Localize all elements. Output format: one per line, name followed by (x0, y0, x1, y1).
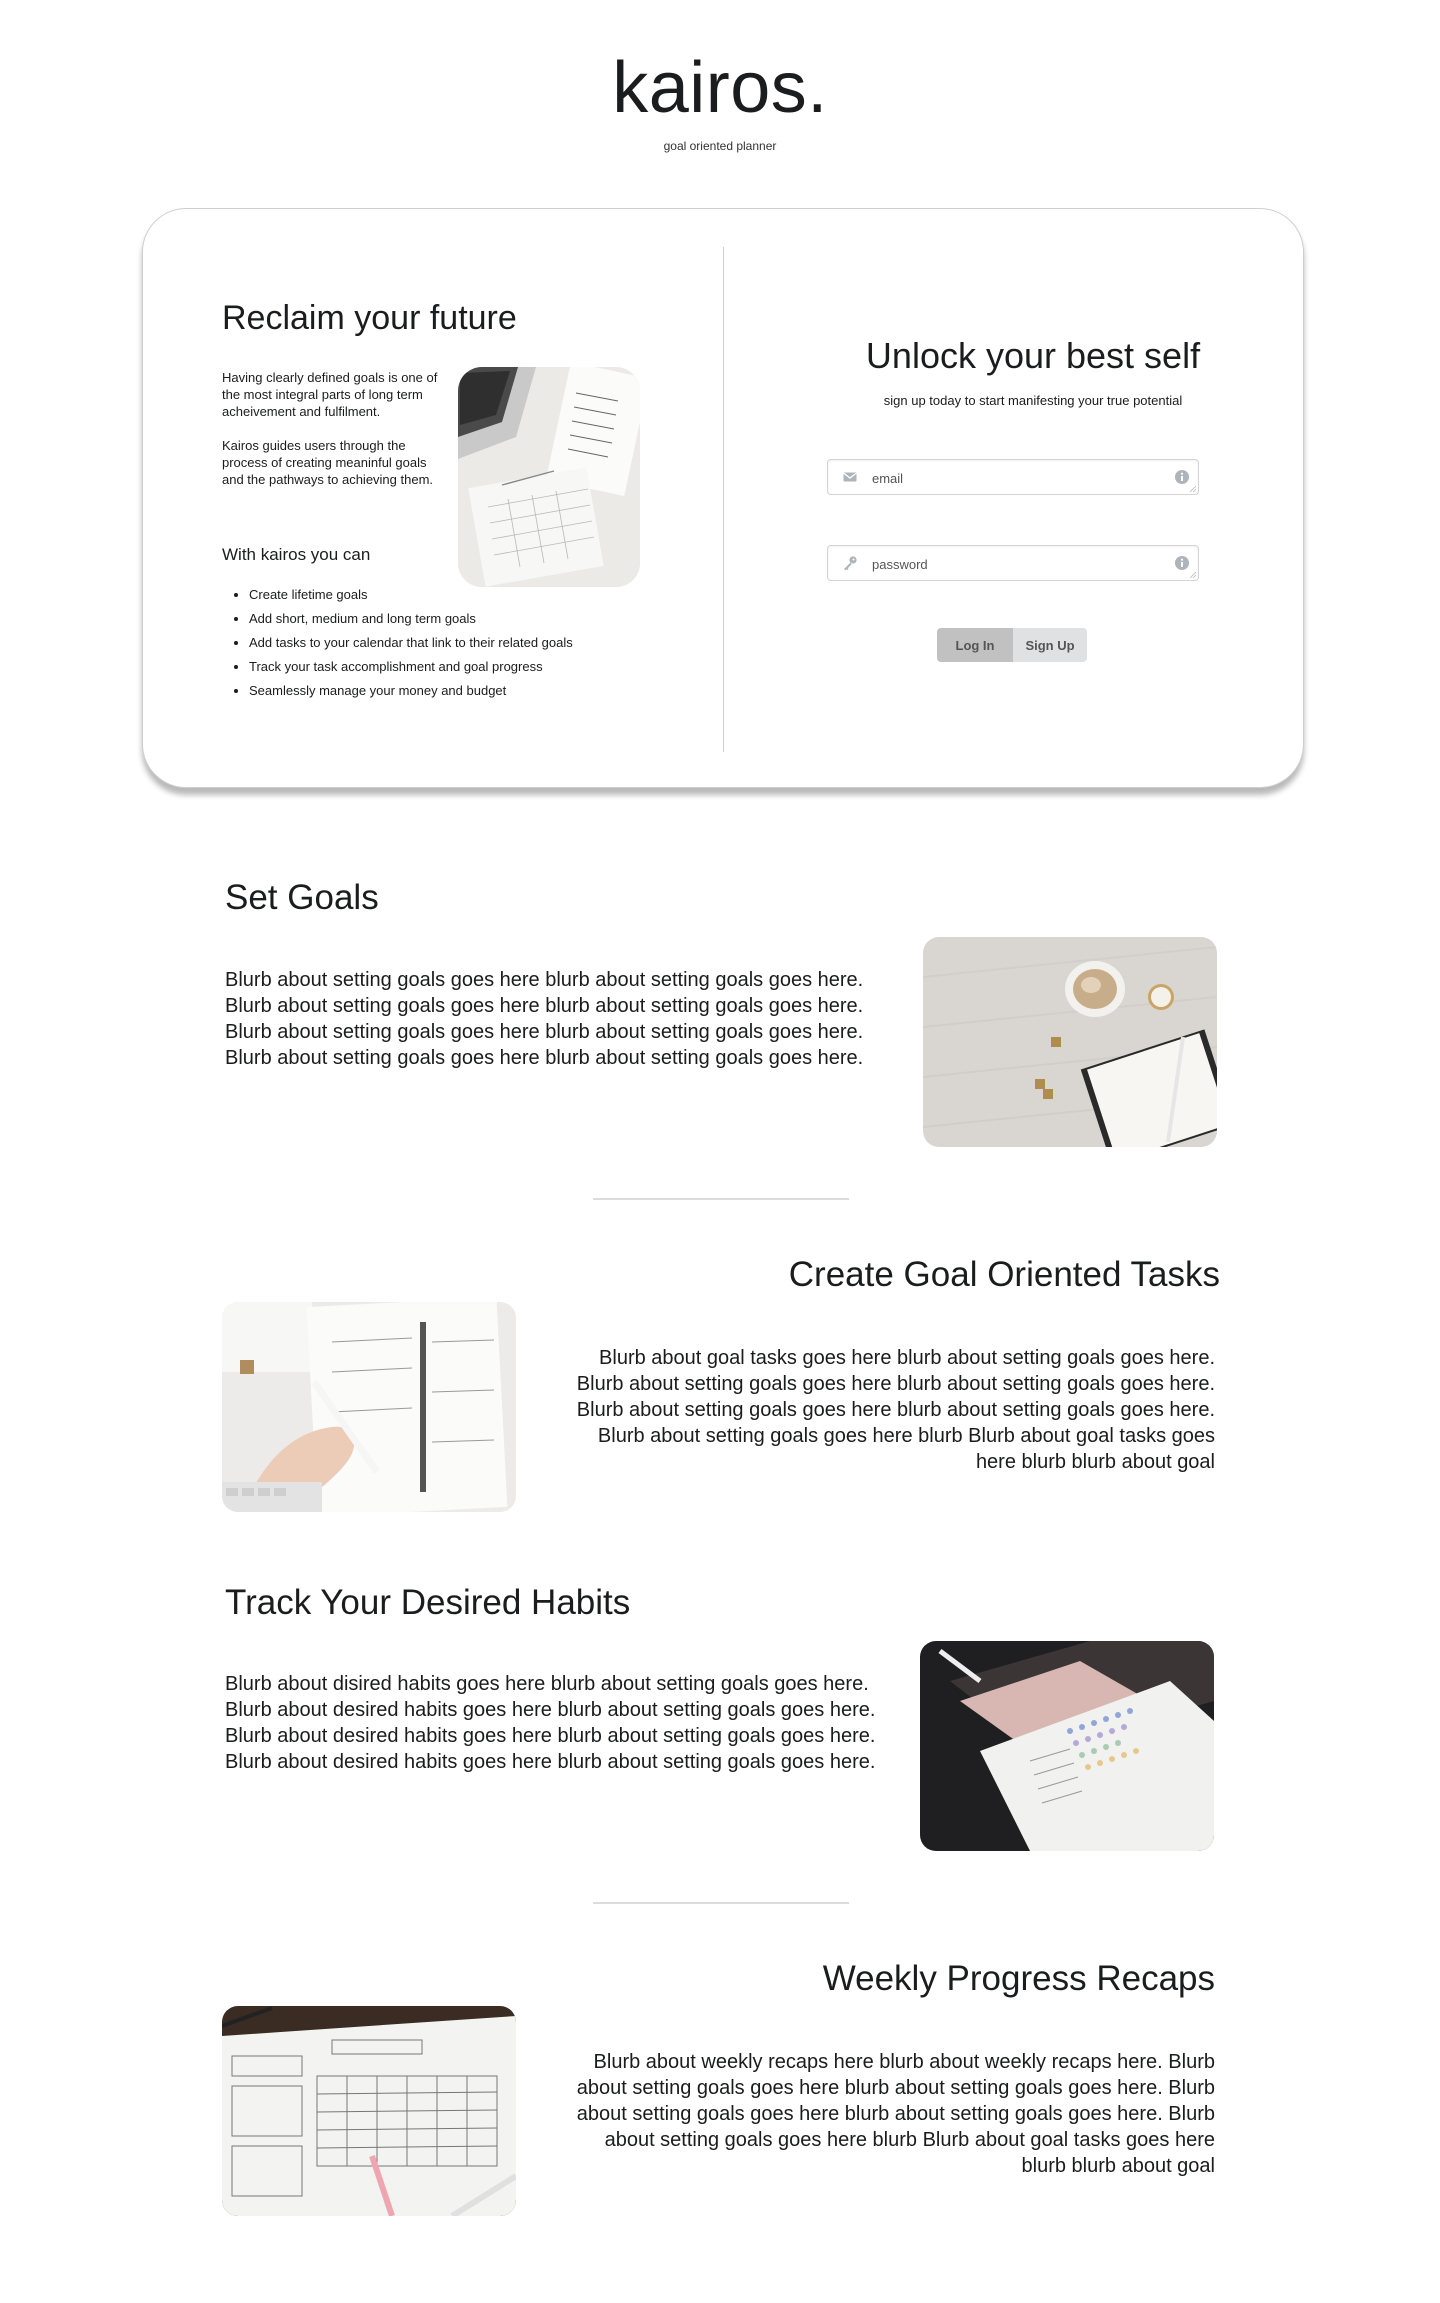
password-field[interactable] (827, 545, 1199, 581)
section-title-set-goals: Set Goals (225, 878, 379, 917)
section-body-tasks: Blurb about goal tasks goes here blurb a… (576, 1347, 1215, 1473)
features-heading: With kairos you can (222, 545, 371, 564)
login-button[interactable]: Log In (937, 628, 1013, 662)
section-title-habits: Track Your Desired Habits (225, 1583, 631, 1622)
feature-item: Add tasks to your calendar that link to … (249, 631, 669, 655)
desk-planner-photo (458, 367, 640, 587)
brand-tagline: goal oriented planner (663, 139, 777, 153)
resize-grip-icon (1190, 486, 1196, 492)
section-divider (593, 1902, 849, 1904)
signup-button[interactable]: Sign Up (1013, 628, 1087, 662)
email-input[interactable] (870, 466, 1154, 490)
section-body-habits: Blurb about disired habits goes here blu… (225, 1673, 876, 1773)
section-body-set-goals: Blurb about setting goals goes here blur… (225, 969, 864, 1069)
signup-title: Unlock your best self (865, 335, 1201, 376)
coffee-notebook-photo (923, 937, 1217, 1147)
feature-item: Seamlessly manage your money and budget (249, 679, 669, 703)
habit-tracker-photo (920, 1641, 1214, 1851)
feature-item: Add short, medium and long term goals (249, 607, 669, 631)
card-divider (723, 247, 724, 752)
feature-item: Create lifetime goals (249, 583, 669, 607)
intro-description: Having clearly defined goals is one of t… (222, 369, 444, 505)
section-body-recaps: Blurb about weekly recaps here blurb abo… (576, 2051, 1215, 2177)
signup-subtitle: sign up today to start manifesting your … (883, 393, 1183, 408)
info-circle-icon (1175, 470, 1189, 484)
info-circle-icon (1175, 556, 1189, 570)
intro-paragraph: Having clearly defined goals is one of t… (222, 370, 438, 419)
resize-grip-icon (1190, 572, 1196, 578)
feature-list: Create lifetime goals Add short, medium … (222, 583, 669, 703)
section-divider (593, 1198, 849, 1200)
intro-title: Reclaim your future (222, 299, 517, 337)
planner-writing-photo (222, 1302, 516, 1512)
key-icon (844, 556, 857, 571)
goal-review-photo (222, 2006, 516, 2216)
intro-paragraph: Kairos guides users through the process … (222, 438, 434, 487)
envelope-icon (843, 472, 857, 482)
hero-card: Reclaim your future Having clearly defin… (142, 208, 1304, 788)
auth-button-group: Log In Sign Up (937, 628, 1087, 662)
email-field[interactable] (827, 459, 1199, 495)
feature-item: Track your task accomplishment and goal … (249, 655, 669, 679)
section-title-recaps: Weekly Progress Recaps (822, 1959, 1215, 1998)
section-title-tasks: Create Goal Oriented Tasks (788, 1255, 1220, 1294)
brand-logo: kairos. (612, 48, 828, 128)
password-input[interactable] (870, 552, 1154, 576)
